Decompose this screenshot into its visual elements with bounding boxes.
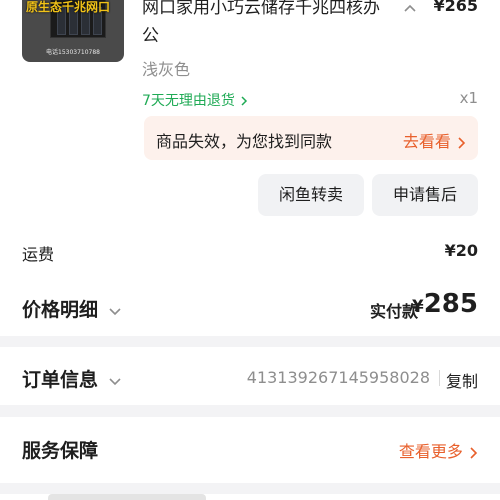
after-sale-button[interactable]: 申请售后 <box>372 174 478 216</box>
chevron-right-icon <box>239 93 249 109</box>
order-info-toggle[interactable]: 订单信息 <box>22 365 98 392</box>
image-placeholder <box>48 494 206 500</box>
product-sku: 浅灰色 <box>142 60 191 79</box>
paid-amount: ¥285 <box>412 289 478 319</box>
see-similar-link[interactable]: 去看看 <box>403 128 466 152</box>
product-quantity: x1 <box>459 89 478 107</box>
order-number: 4131392671459580​28 <box>246 368 430 387</box>
see-more-link[interactable]: 查看更多 <box>399 438 478 462</box>
paid-currency: ¥ <box>411 297 424 317</box>
bottom-card <box>0 494 500 500</box>
see-more-label: 查看更多 <box>398 442 463 461</box>
thumbnail-phone: 电话15303710788 <box>46 49 100 56</box>
paid-amount-value: 285 <box>423 289 478 319</box>
order-info-card: 订单信息 4131392671459580​28 复制 <box>0 347 500 405</box>
chevron-down-icon[interactable] <box>108 300 122 315</box>
thumbnail-banner: 原生态千兆网口 <box>26 0 111 14</box>
service-card: 服务保障 查看更多 <box>0 417 500 483</box>
paid-label: 实付款 <box>369 302 418 321</box>
chevron-right-icon <box>456 132 466 151</box>
chevron-up-icon[interactable] <box>402 0 418 14</box>
return-policy-label: 7天无理由退货 <box>142 93 235 109</box>
product-thumbnail[interactable]: 原生态千兆网口 电话15303710788 <box>22 0 124 62</box>
goods-card: 原生态千兆网口 电话15303710788 网口家用小巧云储存千兆四核办公 ¥2… <box>0 0 500 336</box>
shipping-value: ¥20 <box>444 241 478 260</box>
product-price: ¥265 <box>433 0 478 15</box>
product-title[interactable]: 网口家用小巧云储存千兆四核办公 <box>142 0 392 50</box>
return-policy-tag[interactable]: 7天无理由退货 <box>142 90 249 110</box>
copy-order-button[interactable]: 复制 <box>446 368 478 392</box>
divider <box>439 370 440 386</box>
invalid-notice-bar[interactable]: 商品失效，为您找到同款 去看看 <box>144 116 478 160</box>
chevron-down-icon[interactable] <box>108 370 122 385</box>
service-title: 服务保障 <box>22 440 99 462</box>
invalid-notice-text: 商品失效，为您找到同款 <box>156 132 333 151</box>
shipping-label: 运费 <box>22 245 55 264</box>
see-similar-label: 去看看 <box>402 132 451 151</box>
chevron-right-icon <box>468 442 478 461</box>
price-detail-toggle[interactable]: 价格明细 <box>22 295 98 322</box>
resell-button[interactable]: 闲鱼转卖 <box>258 174 364 216</box>
